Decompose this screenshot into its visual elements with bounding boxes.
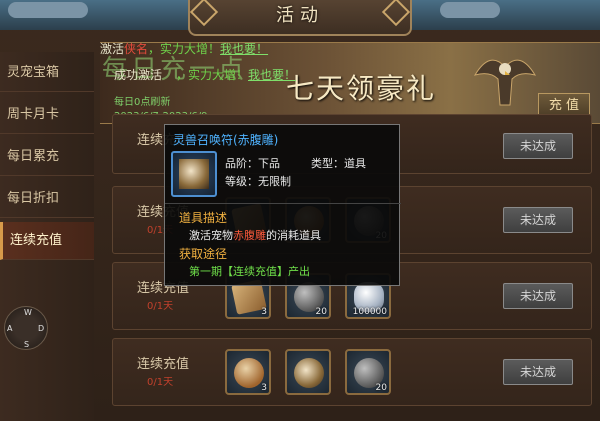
reward-slot[interactable] (285, 349, 331, 395)
compass-d-key: D (38, 324, 45, 333)
tooltip-desc-heading: 道具描述 (179, 211, 228, 225)
not-reached-button[interactable]: 未达成 (503, 207, 573, 233)
scroll-notice: 成功激活 ，实力大增！我也要！ (114, 66, 296, 83)
tooltip-item-icon (171, 151, 217, 197)
row-progress: 0/1天 (147, 301, 174, 312)
window-title: 活动 (276, 5, 324, 26)
item-qty: 100000 (352, 307, 387, 317)
sidebar-item-continuous-recharge[interactable]: 连续充值 (0, 222, 94, 260)
notice-text: 成功激活 (114, 68, 163, 82)
row-label: 连续充值 (137, 357, 190, 372)
sidebar-item-weekly-monthly-card[interactable]: 周卡月卡 (0, 96, 94, 134)
desc-pet-name: 赤腹雕 (233, 229, 266, 242)
reward-slot[interactable]: 20 (345, 349, 391, 395)
item-qty: 20 (375, 383, 387, 393)
sidebar-item-daily-cumulative[interactable]: 每日累充 (0, 138, 94, 176)
desc-text: 的消耗道具 (266, 229, 321, 242)
item-qty: 3 (261, 307, 267, 317)
tooltip-level: 等级：无限制 (225, 175, 291, 188)
hud-bar (440, 2, 500, 18)
tooltip-desc-text: 激活宠物赤腹雕的消耗道具 (189, 227, 321, 243)
notice-player: 侠名 (124, 42, 149, 56)
tooltip-divider (165, 203, 401, 204)
egg-item-icon (234, 358, 264, 388)
compass-s-key: S (24, 340, 30, 349)
compass-w-key: W (24, 308, 32, 317)
tooltip-grade: 品阶：下品 (225, 157, 280, 170)
notice-text: ，实力大增！ (148, 42, 221, 56)
bird-item-icon (294, 358, 324, 388)
notice-text: ，实力大增！ (176, 68, 249, 82)
notice-join-link[interactable]: 我也要！ (220, 42, 268, 56)
not-reached-button[interactable]: 未达成 (503, 359, 573, 385)
game-screen: 每日充一点 七天领豪礼 每日0点刷新 2023/6/7-2023/6/9 充 值… (0, 0, 600, 421)
banner-main-title: 七天领豪礼 (286, 72, 437, 105)
direction-compass[interactable]: W D S A (2, 302, 48, 354)
not-reached-button[interactable]: 未达成 (503, 133, 573, 159)
scroll-notice: 激活侠名，实力大增！我也要！ (100, 40, 268, 57)
tooltip-type: 类型：道具 (311, 157, 366, 170)
eagle-icon (473, 59, 537, 106)
item-qty: 3 (261, 383, 267, 393)
hud-bar (8, 2, 88, 18)
window-title-plate: 活动 (188, 0, 412, 36)
banner-refresh-text: 每日0点刷新 (114, 97, 171, 108)
sidebar-item-pet-chest[interactable]: 灵宠宝箱 (0, 54, 94, 92)
notice-text: 激活 (100, 42, 125, 56)
sidebar-item-daily-discount[interactable]: 每日折扣 (0, 180, 94, 218)
compass-a-key: A (7, 324, 13, 333)
tooltip-source-text: 第一期【连续充值】产出 (189, 265, 310, 278)
row-progress: 0/1天 (147, 377, 174, 388)
bird-item-icon (179, 159, 209, 189)
reward-row: 连续充值 0/1天 3 20 未达成 (112, 338, 592, 406)
notice-join-link[interactable]: 我也要！ (248, 68, 296, 82)
tooltip-item-name: 灵兽召唤符(赤腹雕) (173, 133, 279, 147)
item-tooltip: 灵兽召唤符(赤腹雕) 品阶：下品 类型：道具 等级：无限制 道具描述 激活宠物赤… (164, 124, 401, 286)
reward-slot[interactable]: 3 (225, 349, 271, 395)
tooltip-source-heading: 获取途径 (179, 247, 228, 261)
sidebar: 灵宠宝箱 周卡月卡 每日累充 每日折扣 连续充值 (0, 52, 94, 421)
desc-text: 激活宠物 (189, 229, 233, 242)
not-reached-button[interactable]: 未达成 (503, 283, 573, 309)
item-qty: 20 (315, 307, 327, 317)
